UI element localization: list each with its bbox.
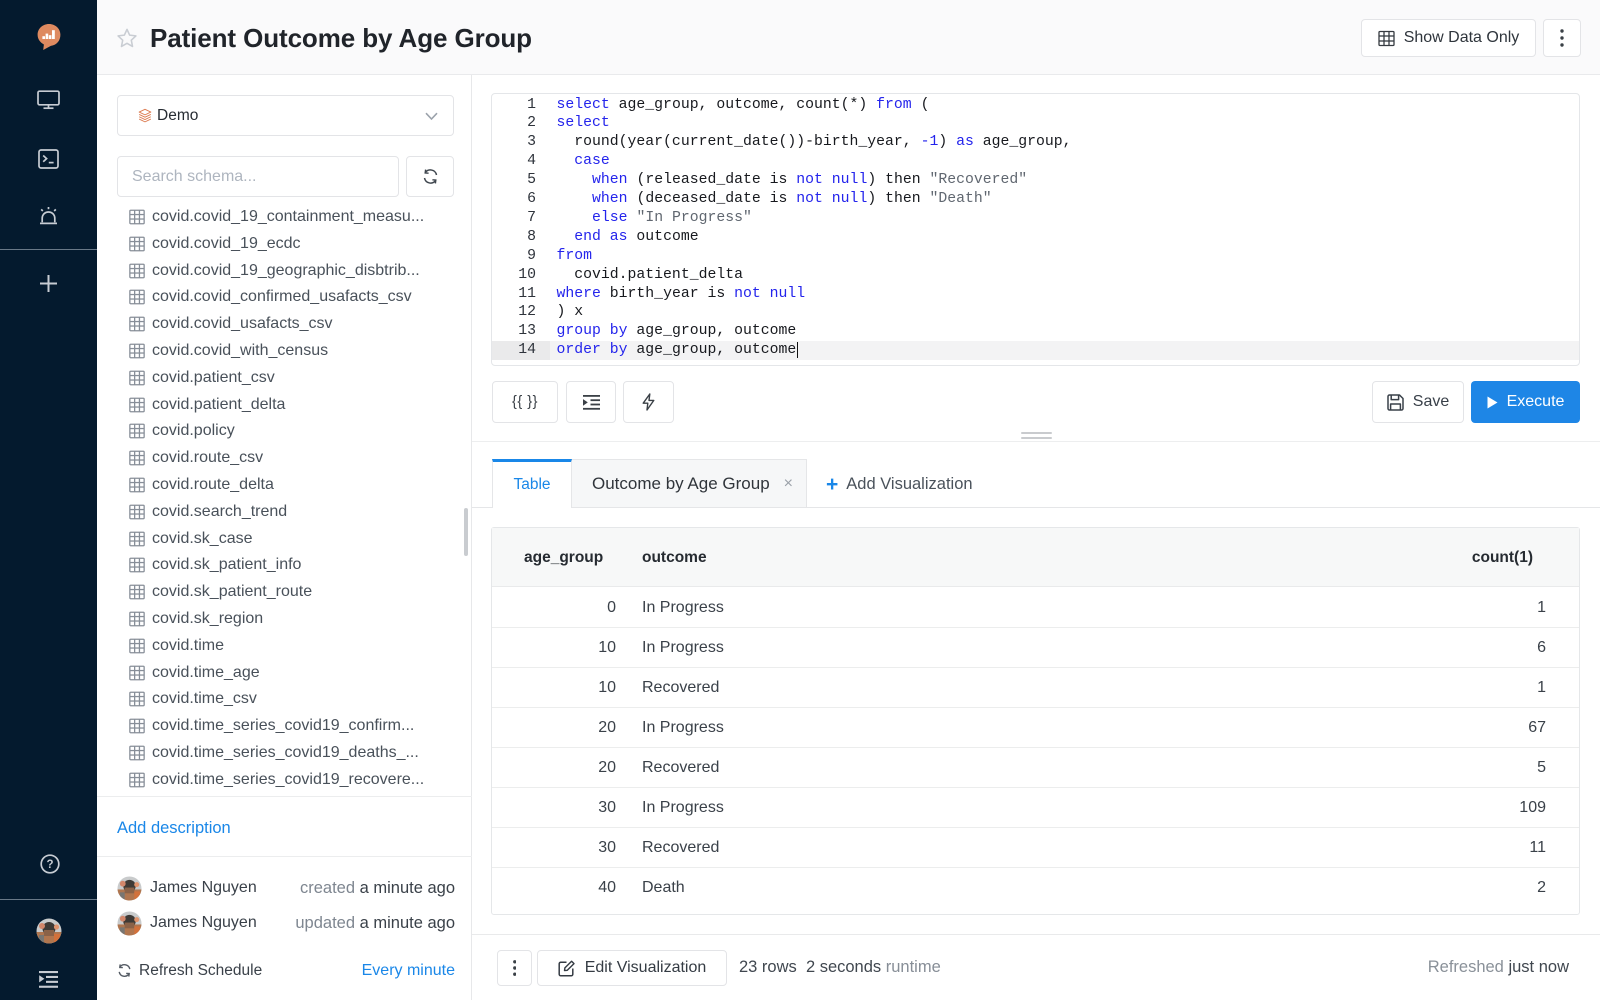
svg-text:?: ?: [46, 859, 53, 871]
